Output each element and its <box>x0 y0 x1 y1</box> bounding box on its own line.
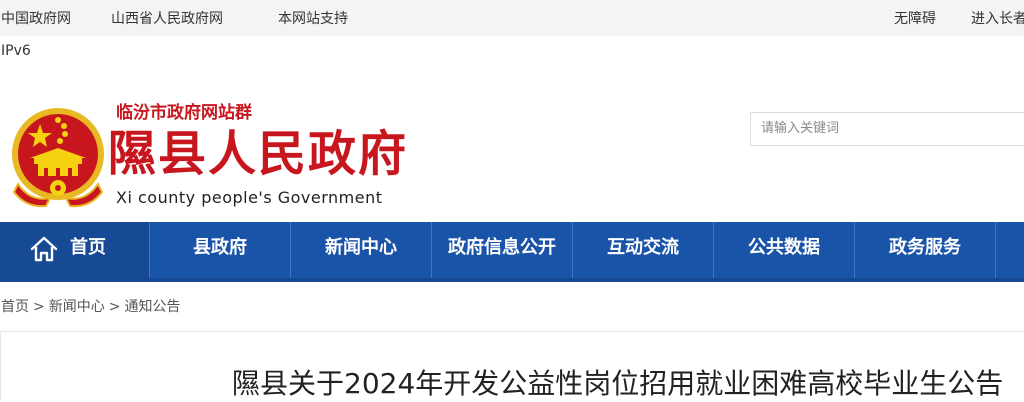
nav-interaction[interactable]: 互动交流 <box>573 222 714 278</box>
article-title: 隰县关于2024年开发公益性岗位招用就业困难高校毕业生公告 <box>232 367 1004 400</box>
link-shanxi-gov[interactable]: 山西省人民政府网 <box>111 8 223 28</box>
site-title: 隰县人民政府 <box>108 126 409 182</box>
content-frame-border <box>0 332 1 400</box>
content-divider <box>0 331 1024 332</box>
link-site-support[interactable]: 本网站支持 <box>278 8 348 28</box>
link-accessibility[interactable]: 无障碍 <box>894 8 936 28</box>
ipv6-label: IPv6 <box>1 43 31 59</box>
breadcrumb-news-center[interactable]: 新闻中心 <box>49 299 105 315</box>
search-input[interactable] <box>761 118 1011 138</box>
link-elder-mode[interactable]: 进入长者 <box>971 8 1024 28</box>
nav-home[interactable]: 首页 <box>0 222 150 278</box>
national-emblem-icon <box>12 108 104 208</box>
site-title-english: Xi county people's Government <box>116 188 383 207</box>
breadcrumb-separator: > <box>108 299 121 315</box>
breadcrumb-home[interactable]: 首页 <box>1 299 29 315</box>
site-group-label: 临汾市政府网站群 <box>116 103 252 123</box>
breadcrumb: 首页 > 新闻中心 > 通知公告 <box>1 296 180 316</box>
breadcrumb-notices[interactable]: 通知公告 <box>124 299 180 315</box>
nav-gov-info-disclosure[interactable]: 政府信息公开 <box>432 222 573 278</box>
top-utility-bar: 中国政府网 山西省人民政府网 本网站支持 无障碍 进入长者 <box>0 0 1024 36</box>
link-china-gov[interactable]: 中国政府网 <box>1 8 71 28</box>
nav-public-data[interactable]: 公共数据 <box>714 222 855 278</box>
home-icon <box>30 236 58 262</box>
nav-home-label: 首页 <box>70 237 106 258</box>
nav-news-center[interactable]: 新闻中心 <box>291 222 432 278</box>
breadcrumb-separator: > <box>33 299 45 315</box>
nav-gov-services[interactable]: 政务服务 <box>855 222 996 278</box>
main-nav: 首页 县政府 新闻中心 政府信息公开 互动交流 公共数据 政务服务 <box>0 222 1024 282</box>
nav-county-gov[interactable]: 县政府 <box>150 222 291 278</box>
search-box <box>750 112 1024 146</box>
